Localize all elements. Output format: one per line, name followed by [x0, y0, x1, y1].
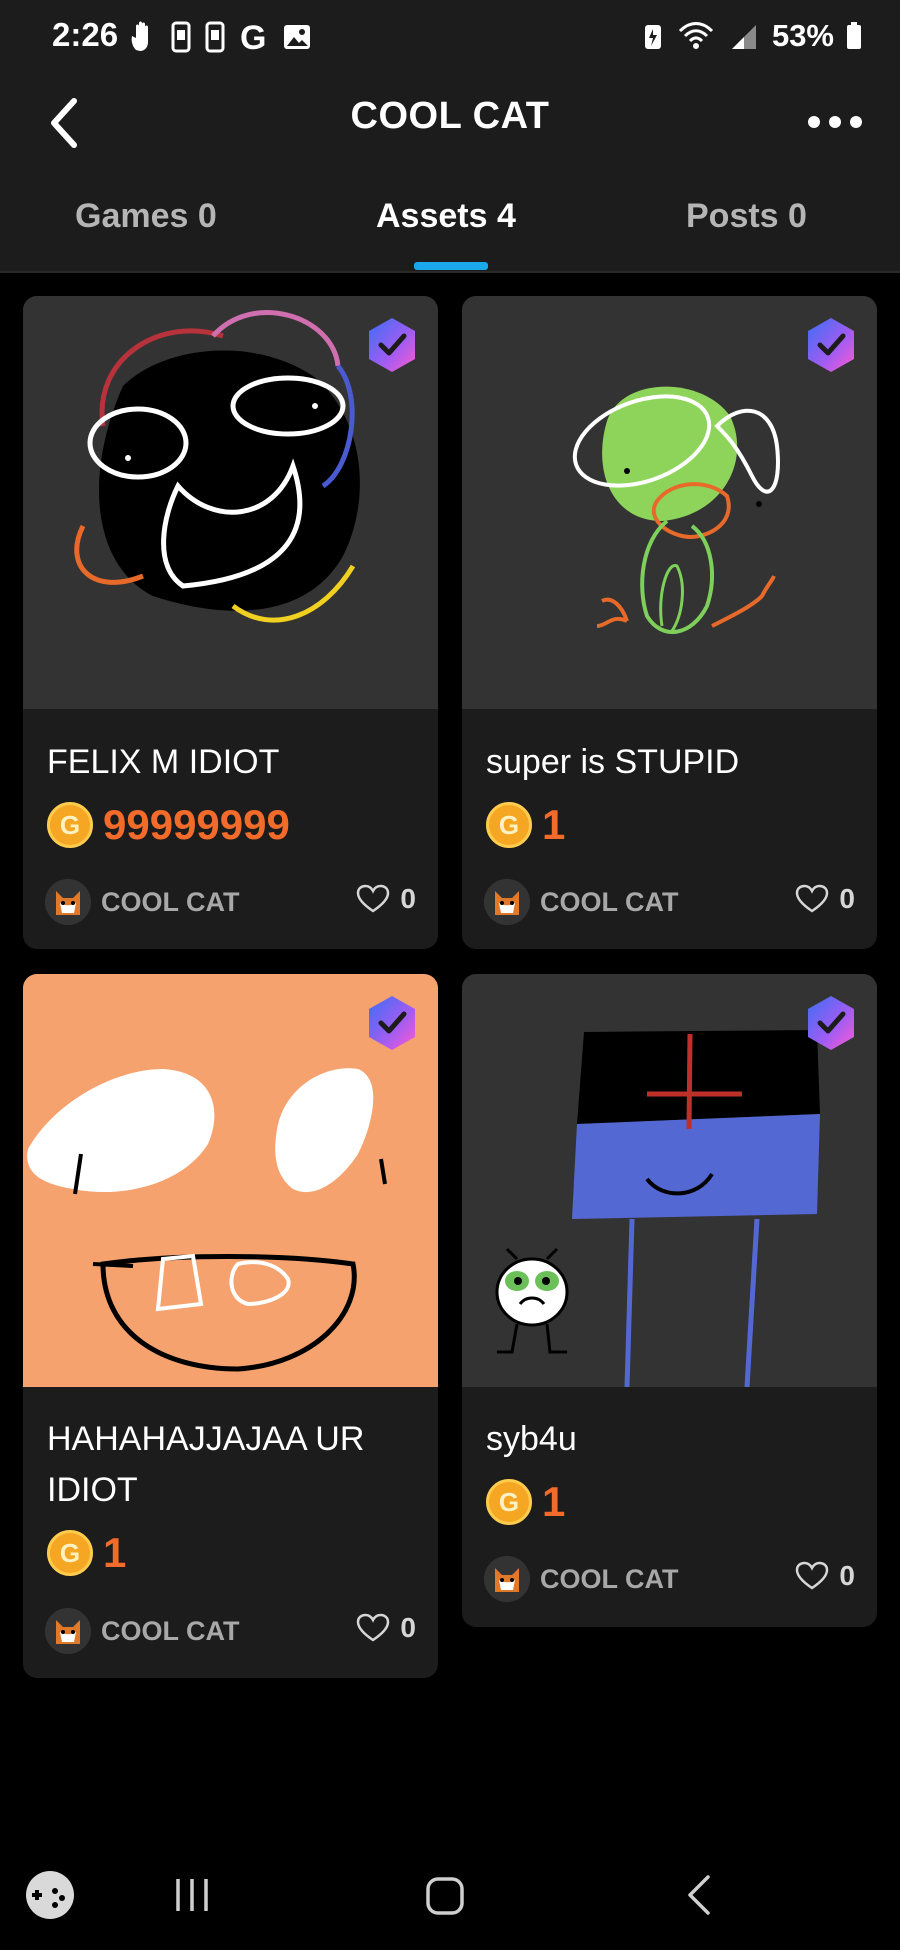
- price-value: 1: [542, 1478, 566, 1525]
- asset-owner[interactable]: COOL CAT: [484, 879, 679, 925]
- phone-icon-2: [205, 21, 225, 53]
- asset-title: syb4u: [486, 1420, 577, 1458]
- like-button[interactable]: 0: [356, 883, 416, 915]
- asset-price: G 1: [486, 1478, 565, 1526]
- page-title: COOL CAT: [350, 95, 550, 137]
- asset-title: super is STUPID: [486, 743, 740, 781]
- asset-price: G 1: [47, 1529, 126, 1577]
- system-back-button[interactable]: [680, 1873, 720, 1922]
- more-options-button[interactable]: [800, 97, 870, 147]
- like-button[interactable]: 0: [795, 883, 855, 915]
- battery-saver-icon: [644, 25, 661, 49]
- hand-icon: [131, 21, 148, 51]
- verified-badge-icon: [366, 994, 418, 1052]
- active-tab-indicator: [414, 262, 488, 270]
- asset-owner[interactable]: COOL CAT: [45, 1608, 240, 1654]
- gallery-icon: [284, 25, 310, 49]
- verified-badge-icon: [366, 316, 418, 374]
- heart-icon: [796, 884, 829, 913]
- like-count: 0: [839, 883, 855, 914]
- owner-name: COOL CAT: [101, 1615, 240, 1646]
- asset-title: HAHAHAJJAJAA UR IDIOT: [47, 1420, 365, 1509]
- asset-card[interactable]: super is STUPID G 1 COOL CAT 0: [462, 296, 877, 949]
- tab-posts[interactable]: Posts 0: [686, 197, 807, 236]
- cat-avatar-icon: [484, 1556, 530, 1602]
- verified-badge-icon: [805, 316, 857, 374]
- asset-card[interactable]: HAHAHAJJAJAA UR IDIOT G 1 COOL CAT 0: [23, 974, 438, 1678]
- owner-name: COOL CAT: [540, 886, 679, 917]
- asset-card[interactable]: syb4u G 1 COOL CAT 0: [462, 974, 877, 1627]
- recent-apps-icon: [176, 1879, 208, 1911]
- asset-card[interactable]: FELIX M IDIOT G 99999999 COOL CAT 0: [23, 296, 438, 949]
- like-count: 0: [400, 1612, 416, 1643]
- google-icon: G: [240, 20, 266, 54]
- home-button[interactable]: [424, 1875, 466, 1922]
- coin-icon: G: [486, 802, 532, 848]
- price-value: 99999999: [103, 801, 290, 848]
- cat-avatar-icon: [45, 879, 91, 925]
- asset-price: G 1: [486, 801, 565, 849]
- like-count: 0: [839, 1560, 855, 1591]
- price-value: 1: [542, 801, 566, 848]
- signal-icon: [731, 25, 756, 49]
- like-count: 0: [400, 883, 416, 914]
- coin-icon: G: [486, 1479, 532, 1525]
- tab-assets[interactable]: Assets 4: [376, 197, 516, 236]
- wifi-icon: [678, 22, 714, 49]
- app-header: COOL CAT: [0, 75, 900, 175]
- owner-name: COOL CAT: [101, 886, 240, 917]
- asset-owner[interactable]: COOL CAT: [45, 879, 240, 925]
- gamepad-icon: [26, 1871, 74, 1919]
- phone-icon: [171, 21, 191, 53]
- system-nav-bar: [0, 1845, 900, 1950]
- owner-name: COOL CAT: [540, 1563, 679, 1594]
- heart-icon: [357, 884, 390, 913]
- tab-bar: Games 0 Assets 4 Posts 0: [0, 175, 900, 273]
- price-value: 1: [103, 1529, 127, 1576]
- coin-icon: G: [47, 1530, 93, 1576]
- avatar: [45, 879, 91, 925]
- asset-owner[interactable]: COOL CAT: [484, 1556, 679, 1602]
- more-dots-icon: [808, 116, 862, 128]
- avatar: [484, 1556, 530, 1602]
- avatar: [45, 1608, 91, 1654]
- recent-apps-button[interactable]: [172, 1875, 212, 1920]
- system-icons: 53%: [642, 18, 862, 54]
- status-bar: 2:26 G 53%: [0, 0, 900, 75]
- cat-avatar-icon: [45, 1608, 91, 1654]
- svg-text:G: G: [240, 20, 266, 54]
- like-button[interactable]: 0: [356, 1612, 416, 1644]
- asset-price: G 99999999: [47, 801, 290, 849]
- verified-badge-icon: [805, 994, 857, 1052]
- heart-icon: [357, 1613, 390, 1642]
- game-launcher-button[interactable]: [24, 1869, 76, 1926]
- coin-icon: G: [47, 802, 93, 848]
- status-time: 2:26: [52, 16, 119, 53]
- asset-title: FELIX M IDIOT: [47, 743, 280, 781]
- tab-games[interactable]: Games 0: [75, 197, 217, 236]
- notification-icons: G: [128, 20, 312, 54]
- cat-avatar-icon: [484, 879, 530, 925]
- back-chevron-icon: [688, 1875, 710, 1915]
- avatar: [484, 879, 530, 925]
- like-button[interactable]: 0: [795, 1560, 855, 1592]
- battery-percentage: 53%: [771, 18, 834, 53]
- battery-icon: [847, 22, 861, 49]
- heart-icon: [796, 1561, 829, 1590]
- home-icon: [426, 1877, 464, 1915]
